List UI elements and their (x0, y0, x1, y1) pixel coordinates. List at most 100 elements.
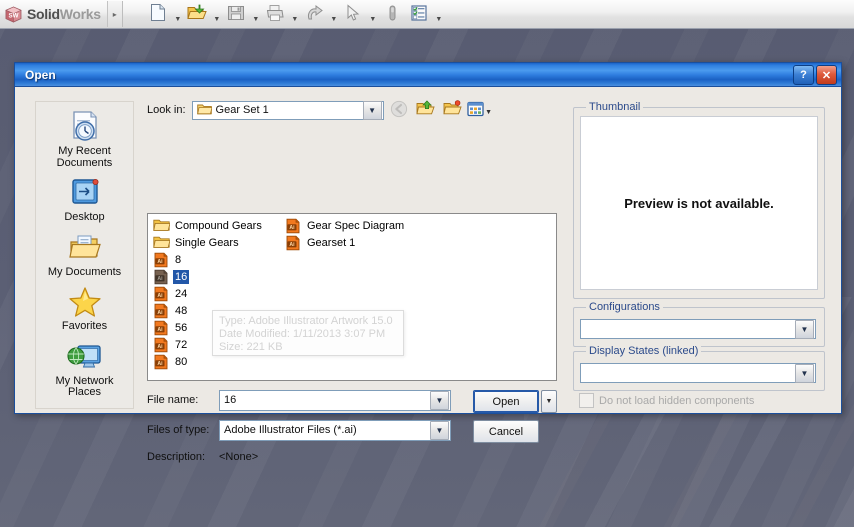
svg-text:SW: SW (9, 12, 19, 19)
thumbnail-group-title: Thumbnail (586, 101, 644, 113)
recent-documents-icon (65, 110, 105, 144)
open-document-icon (187, 4, 208, 25)
close-button[interactable]: ✕ (816, 65, 837, 85)
cancel-button[interactable]: Cancel (473, 420, 539, 443)
dialog-body: My Recent Documents Desktop My Documents… (15, 87, 841, 463)
save-dropdown-arrow[interactable]: ▼ (250, 0, 262, 30)
file-list-item-label: 56 (175, 321, 188, 334)
undo-dropdown-arrow[interactable]: ▼ (328, 0, 340, 30)
file-list-item[interactable]: Ai 16 (152, 268, 282, 285)
place-favorites[interactable]: Favorites (38, 283, 131, 336)
file-list[interactable]: Compound Gears Single Gears Ai 8 Ai 16 A… (147, 213, 557, 381)
file-tooltip: Type: Adobe Illustrator Artwork 15.0 Dat… (212, 310, 404, 356)
file-list-item[interactable]: Compound Gears (152, 217, 282, 234)
right-panel: Thumbnail Preview is not available. Conf… (573, 101, 825, 408)
views-dropdown-arrow[interactable]: ▼ (485, 104, 492, 116)
file-list-item-label: 16 (173, 269, 190, 284)
filetype-dropdown-arrow[interactable]: ▼ (430, 420, 449, 440)
svg-text:Ai: Ai (289, 242, 295, 248)
illustrator-file-icon: Ai (153, 337, 170, 353)
place-label-desktop: Desktop (64, 211, 105, 223)
configurations-dropdown-arrow[interactable]: ▼ (795, 319, 814, 339)
file-list-item[interactable]: Ai 8 (152, 251, 282, 268)
do-not-load-hidden-components-label: Do not load hidden components (599, 394, 755, 407)
rebuild-icon (387, 4, 398, 25)
new-document-button[interactable] (145, 1, 172, 27)
back-icon (390, 100, 408, 121)
file-list-item-label: 72 (175, 338, 188, 351)
print-dropdown-arrow[interactable]: ▼ (289, 0, 301, 30)
open-button[interactable]: Open (473, 390, 539, 413)
file-list-item[interactable]: Ai 24 (152, 285, 282, 302)
tooltip-type: Type: Adobe Illustrator Artwork 15.0 (219, 315, 393, 327)
brand-works: Works (59, 6, 101, 22)
place-label-my-network-places: My Network Places (55, 374, 114, 398)
filetype-value: Adobe Illustrator Files (*.ai) (224, 424, 357, 436)
rebuild-button[interactable] (379, 1, 406, 27)
svg-text:Ai: Ai (157, 276, 163, 282)
svg-text:Ai: Ai (157, 293, 163, 299)
up-one-level-icon (416, 100, 435, 120)
open-document-button[interactable] (184, 1, 211, 27)
desktop-icon (65, 176, 105, 210)
illustrator-file-icon: Ai (153, 320, 170, 336)
filename-value[interactable]: 16 (220, 394, 430, 406)
help-button[interactable]: ? (793, 65, 814, 85)
views-icon (467, 101, 484, 120)
place-label-my-documents: My Documents (47, 265, 122, 278)
dialog-title: Open (25, 67, 56, 82)
new-document-dropdown-arrow[interactable]: ▼ (172, 0, 184, 30)
back-button[interactable] (387, 99, 411, 122)
save-icon (227, 4, 245, 25)
configurations-combobox[interactable]: ▼ (580, 319, 816, 339)
lookin-combobox[interactable]: Gear Set 1 ▼ (191, 100, 384, 120)
undo-button[interactable] (301, 1, 328, 27)
lookin-dropdown-arrow[interactable]: ▼ (362, 100, 382, 120)
open-document-dropdown-arrow[interactable]: ▼ (211, 0, 223, 30)
filetype-combobox[interactable]: Adobe Illustrator Files (*.ai) ▼ (219, 419, 451, 441)
file-list-item[interactable]: Single Gears (152, 234, 282, 251)
place-my-documents[interactable]: My Documents (38, 229, 131, 282)
save-button[interactable] (223, 1, 250, 27)
display-states-group-title: Display States (linked) (586, 345, 702, 357)
brand-solid: Solid (27, 6, 60, 22)
options-dropdown-arrow[interactable]: ▼ (433, 0, 445, 30)
filetype-label: Files of type: (147, 424, 210, 436)
file-list-item-label: Compound Gears (175, 219, 262, 232)
illustrator-file-icon: Ai (153, 303, 170, 319)
favorites-star-icon (65, 285, 105, 319)
dialog-titlebar[interactable]: Open ? ✕ (15, 63, 841, 87)
print-button[interactable] (262, 1, 289, 27)
select-cursor-button[interactable] (340, 1, 367, 27)
description-label: Description: (147, 451, 206, 463)
file-list-item[interactable]: Ai Gear Spec Diagram (284, 217, 414, 234)
filename-combobox[interactable]: 16 ▼ (219, 389, 451, 411)
tooltip-date: Date Modified: 1/11/2013 3:07 PM (219, 328, 386, 340)
do-not-load-hidden-components-checkbox[interactable]: Do not load hidden components (579, 393, 754, 408)
select-cursor-dropdown-arrow[interactable]: ▼ (367, 0, 379, 30)
svg-text:Ai: Ai (157, 344, 163, 350)
open-split-arrow[interactable]: ▼ (541, 390, 557, 413)
display-states-dropdown-arrow[interactable]: ▼ (795, 363, 814, 383)
file-list-item[interactable]: Ai Gearset 1 (284, 234, 414, 251)
file-list-item-label: 48 (175, 304, 188, 317)
undo-icon (305, 4, 324, 25)
tooltip-size: Size: 221 KB (219, 341, 283, 353)
options-button[interactable] (406, 1, 433, 27)
up-one-level-button[interactable] (414, 99, 438, 122)
illustrator-file-icon: Ai (153, 252, 170, 268)
new-folder-button[interactable] (441, 99, 465, 122)
toolbar-expand-arrow[interactable]: ▸ (106, 1, 123, 27)
file-list-item-label: 80 (175, 355, 188, 368)
open-dialog: Open ? ✕ My Recent Documents Desktop My … (14, 62, 842, 463)
places-bar: My Recent Documents Desktop My Documents… (35, 101, 134, 409)
file-list-item-label: 24 (175, 287, 188, 300)
place-desktop[interactable]: Desktop (38, 174, 131, 227)
place-my-network-places[interactable]: My Network Places (38, 338, 131, 402)
file-list-item-label: Gear Spec Diagram (307, 219, 405, 232)
views-button[interactable]: ▼ (467, 99, 492, 122)
display-states-combobox[interactable]: ▼ (580, 363, 816, 383)
filename-dropdown-arrow[interactable]: ▼ (430, 390, 449, 410)
select-cursor-icon (346, 3, 360, 25)
place-my-recent-documents[interactable]: My Recent Documents (38, 108, 131, 172)
